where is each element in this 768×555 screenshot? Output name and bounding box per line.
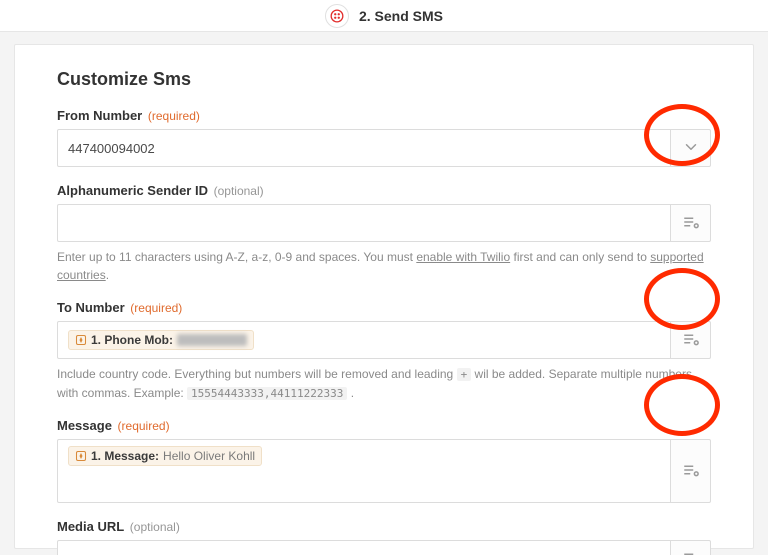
insert-field-icon xyxy=(682,461,700,482)
from-number-label: From Number xyxy=(57,108,142,123)
step-header: 2. Send SMS xyxy=(0,0,768,32)
media-url-insert-field-button[interactable] xyxy=(671,540,711,555)
message-insert-field-button[interactable] xyxy=(671,439,711,503)
chip-label: 1. Phone Mob: xyxy=(91,333,173,347)
sender-id-help: Enter up to 11 characters using A-Z, a-z… xyxy=(57,248,711,284)
insert-field-icon xyxy=(682,330,700,351)
insert-field-icon xyxy=(682,213,700,234)
insert-field-icon xyxy=(682,549,700,555)
optional-flag: (optional) xyxy=(130,520,180,534)
field-message: Message (required) 1. Message: Hello Oli… xyxy=(57,418,711,503)
enable-twilio-link[interactable]: enable with Twilio xyxy=(416,250,510,264)
sender-id-insert-field-button[interactable] xyxy=(671,204,711,242)
from-number-dropdown-button[interactable] xyxy=(671,129,711,167)
field-sender-id: Alphanumeric Sender ID (optional) Enter … xyxy=(57,183,711,284)
to-number-insert-field-button[interactable] xyxy=(671,321,711,359)
chip-value: Hello Oliver Kohll xyxy=(163,449,255,463)
field-media-url: Media URL (optional) Must be a URL that … xyxy=(57,519,711,555)
optional-flag: (optional) xyxy=(214,184,264,198)
chip-label: 1. Message: xyxy=(91,449,159,463)
message-field-chip[interactable]: 1. Message: Hello Oliver Kohll xyxy=(68,446,262,466)
from-number-input[interactable]: 447400094002 xyxy=(57,129,671,167)
field-from-number: From Number (required) 447400094002 xyxy=(57,108,711,167)
twilio-icon xyxy=(325,4,349,28)
media-url-input[interactable] xyxy=(57,540,671,555)
message-input[interactable]: 1. Message: Hello Oliver Kohll xyxy=(57,439,671,503)
step-title: 2. Send SMS xyxy=(359,8,443,24)
from-number-value: 447400094002 xyxy=(68,141,155,156)
chip-blurred-value xyxy=(177,334,247,346)
section-title: Customize Sms xyxy=(57,69,711,90)
required-flag: (required) xyxy=(118,419,170,433)
field-source-icon xyxy=(75,450,87,462)
field-to-number: To Number (required) 1. Phone Mob: xyxy=(57,300,711,402)
media-url-label: Media URL xyxy=(57,519,124,534)
message-label: Message xyxy=(57,418,112,433)
to-number-help: Include country code. Everything but num… xyxy=(57,365,711,402)
field-source-icon xyxy=(75,334,87,346)
to-number-field-chip[interactable]: 1. Phone Mob: xyxy=(68,330,254,350)
to-number-label: To Number xyxy=(57,300,125,315)
required-flag: (required) xyxy=(130,301,182,315)
chevron-down-icon xyxy=(682,138,700,159)
sender-id-input[interactable] xyxy=(57,204,671,242)
to-number-input[interactable]: 1. Phone Mob: xyxy=(57,321,671,359)
sender-id-label: Alphanumeric Sender ID xyxy=(57,183,208,198)
required-flag: (required) xyxy=(148,109,200,123)
form-panel: Customize Sms From Number (required) 447… xyxy=(14,44,754,549)
